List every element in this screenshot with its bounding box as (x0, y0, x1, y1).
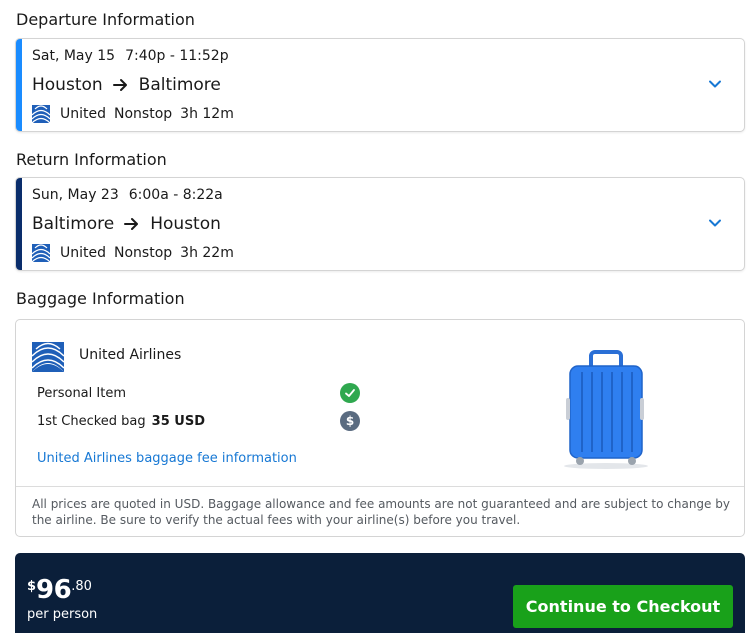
baggage-disclaimer: All prices are quoted in USD. Baggage al… (32, 497, 730, 527)
suitcase-icon (564, 350, 648, 469)
checked-bag-label: 1st Checked bag (37, 414, 146, 429)
return-airline-info: United Nonstop 3h 22m (32, 244, 234, 262)
per-person-label: per person (27, 607, 98, 622)
return-datetime: Sun, May 23 6:00a - 8:22a (32, 187, 223, 203)
return-time: 6:00a - 8:22a (128, 187, 223, 203)
return-airline: United (60, 245, 106, 261)
united-airlines-logo-icon (32, 342, 64, 372)
departure-airline-info: United Nonstop 3h 12m (32, 105, 234, 123)
return-accent-bar (16, 178, 22, 270)
departure-section-title: Departure Information (16, 10, 195, 29)
departure-origin: Houston (32, 75, 103, 95)
departure-airline: United (60, 106, 106, 122)
checked-bag-fee: 35 USD (151, 414, 205, 429)
departure-date: Sat, May 15 (32, 48, 116, 64)
baggage-section-title: Baggage Information (16, 289, 185, 308)
checkout-bar: $96.80 per person Continue to Checkout (15, 553, 745, 633)
baggage-card: United Airlines Personal Item 1st Checke… (15, 319, 745, 537)
price-total: $96.80 (27, 575, 92, 605)
return-date: Sun, May 23 (32, 187, 119, 203)
return-stops: Nonstop (114, 245, 173, 261)
price-cents: .80 (71, 579, 92, 594)
baggage-airline-name: United Airlines (79, 347, 182, 363)
departure-datetime: Sat, May 15 7:40p - 11:52p (32, 48, 229, 64)
departure-flight-card[interactable]: Sat, May 15 7:40p - 11:52p Houston Baltim… (15, 38, 745, 132)
checkmark-icon (340, 383, 360, 403)
personal-item-label: Personal Item (37, 386, 126, 401)
return-destination: Houston (150, 214, 221, 234)
baggage-divider (16, 486, 744, 487)
united-logo-icon (32, 244, 50, 262)
baggage-fee-info-link[interactable]: United Airlines baggage fee information (37, 451, 297, 466)
continue-to-checkout-button[interactable]: Continue to Checkout (513, 585, 733, 628)
arrow-right-icon (124, 217, 140, 231)
departure-stops: Nonstop (114, 106, 173, 122)
dollar-fee-icon: $ (340, 411, 360, 431)
return-route: Baltimore Houston (32, 214, 221, 234)
departure-duration: 3h 12m (180, 106, 234, 122)
departure-destination: Baltimore (138, 75, 221, 95)
departure-route: Houston Baltimore (32, 75, 221, 95)
departure-accent-bar (16, 39, 22, 131)
arrow-right-icon (112, 78, 129, 92)
chevron-down-icon[interactable] (708, 77, 722, 91)
price-currency: $ (27, 579, 37, 594)
return-section-title: Return Information (16, 150, 167, 169)
united-logo-icon (32, 105, 50, 123)
return-origin: Baltimore (32, 214, 115, 234)
return-flight-card[interactable]: Sun, May 23 6:00a - 8:22a Baltimore Houst… (15, 177, 745, 271)
departure-time: 7:40p - 11:52p (125, 48, 229, 64)
price-whole: 96 (36, 575, 72, 605)
checked-bag-row: 1st Checked bag 35 USD (37, 414, 205, 429)
chevron-down-icon[interactable] (708, 216, 722, 230)
return-duration: 3h 22m (180, 245, 234, 261)
